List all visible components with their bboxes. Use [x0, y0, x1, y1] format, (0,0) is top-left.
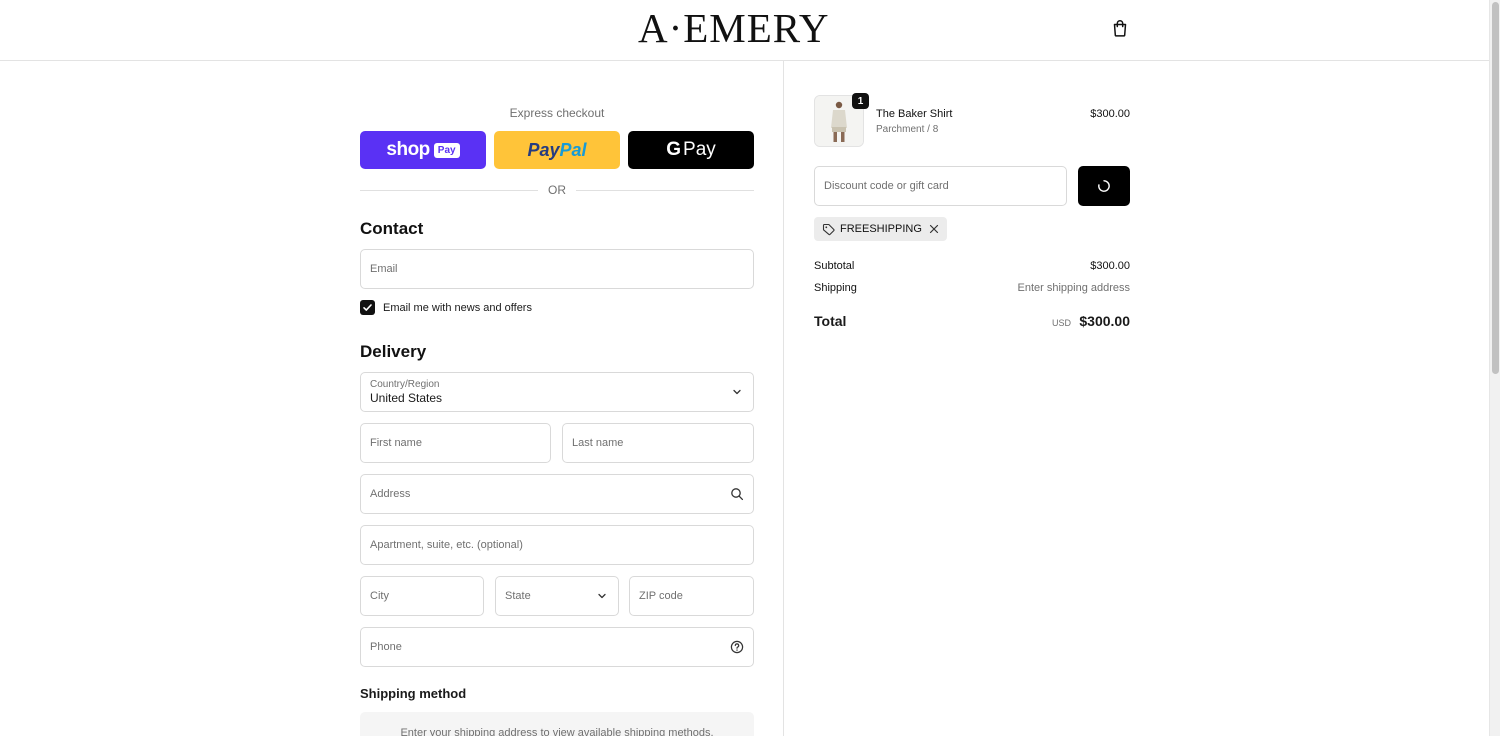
tag-icon: [822, 223, 835, 235]
product-variant: Parchment / 8: [876, 124, 939, 135]
total-row: Total USD $300.00: [814, 312, 1130, 332]
city-placeholder: City: [370, 590, 389, 602]
column-divider: [783, 61, 784, 736]
zip-field[interactable]: ZIP code: [629, 576, 754, 616]
chevron-down-icon: [733, 389, 741, 395]
country-value: United States: [370, 390, 443, 405]
google-g-icon: G: [666, 139, 682, 160]
total-value: $300.00: [1079, 313, 1130, 329]
newsletter-checkbox[interactable]: [360, 300, 375, 315]
apartment-placeholder: Apartment, suite, etc. (optional): [370, 539, 523, 551]
shipping-method-notice: Enter your shipping address to view avai…: [360, 712, 754, 736]
last-name-field[interactable]: Last name: [562, 423, 754, 463]
currency-code: USD: [1051, 318, 1071, 328]
address-field[interactable]: Address: [360, 474, 754, 514]
delivery-title: Delivery: [360, 342, 427, 361]
total-label: Total: [814, 313, 847, 329]
shipping-label: Shipping: [814, 282, 857, 294]
shipping-method-title: Shipping method: [360, 686, 467, 701]
subtotal-value: $300.00: [1090, 260, 1130, 272]
subtotal-label: Subtotal: [814, 260, 855, 272]
discount-code-input[interactable]: Discount code or gift card: [814, 166, 1067, 206]
state-placeholder: State: [505, 590, 531, 602]
search-icon: [731, 488, 744, 501]
newsletter-label: Email me with news and offers: [383, 301, 532, 314]
paypal-button[interactable]: Pay Pal: [494, 131, 620, 169]
store-logo[interactable]: A·EMERY: [638, 6, 830, 50]
first-name-placeholder: First name: [370, 437, 422, 449]
paypal-text-1: Pay: [527, 139, 560, 160]
country-select[interactable]: Country/Region United States: [360, 372, 754, 412]
shop-pay-shop-text: shop: [386, 139, 430, 160]
or-line-left: [360, 190, 538, 191]
email-placeholder: Email: [370, 263, 398, 275]
city-field[interactable]: City: [360, 576, 484, 616]
or-separator: OR: [360, 183, 754, 199]
chevron-down-icon: [598, 593, 606, 599]
page-scrollbar[interactable]: [1489, 0, 1500, 736]
address-placeholder: Address: [370, 488, 411, 500]
product-price: $300.00: [1090, 108, 1130, 120]
discount-placeholder: Discount code or gift card: [824, 180, 949, 192]
or-line-right: [576, 190, 754, 191]
email-field[interactable]: Email: [360, 249, 754, 289]
header: A·EMERY: [0, 0, 1489, 61]
shopping-bag-icon[interactable]: [1110, 18, 1130, 38]
apartment-field[interactable]: Apartment, suite, etc. (optional): [360, 525, 754, 565]
loading-spinner-icon: [1098, 180, 1110, 192]
shipping-notice-text: Enter your shipping address to view avai…: [400, 727, 714, 736]
state-select[interactable]: State: [495, 576, 619, 616]
help-icon[interactable]: [730, 640, 744, 654]
paypal-text-2: Pal: [559, 139, 587, 160]
last-name-placeholder: Last name: [572, 437, 624, 449]
applied-discount-chip: FREESHIPPING: [814, 217, 947, 241]
apply-discount-button[interactable]: [1078, 166, 1130, 206]
newsletter-checkbox-row[interactable]: Email me with news and offers: [360, 300, 532, 315]
shop-pay-button[interactable]: shop Pay: [360, 131, 486, 169]
scrollbar-thumb[interactable]: [1492, 2, 1499, 374]
express-checkout-label: Express checkout: [509, 106, 605, 120]
phone-placeholder: Phone: [370, 641, 402, 653]
shipping-value: Enter shipping address: [1017, 282, 1130, 294]
contact-title: Contact: [360, 219, 424, 238]
first-name-field[interactable]: First name: [360, 423, 551, 463]
product-name: The Baker Shirt: [876, 108, 953, 120]
or-text: OR: [548, 183, 566, 197]
quantity-badge: 1: [852, 93, 869, 109]
discount-code-label: FREESHIPPING: [840, 223, 922, 235]
country-label: Country/Region: [370, 378, 440, 390]
remove-discount-icon[interactable]: [929, 224, 939, 234]
phone-field[interactable]: Phone: [360, 627, 754, 667]
google-pay-text: Pay: [683, 139, 716, 160]
shop-pay-pay-text: Pay: [433, 142, 460, 158]
checkmark-icon: [363, 304, 372, 311]
google-pay-button[interactable]: G Pay: [628, 131, 754, 169]
zip-placeholder: ZIP code: [639, 590, 683, 602]
